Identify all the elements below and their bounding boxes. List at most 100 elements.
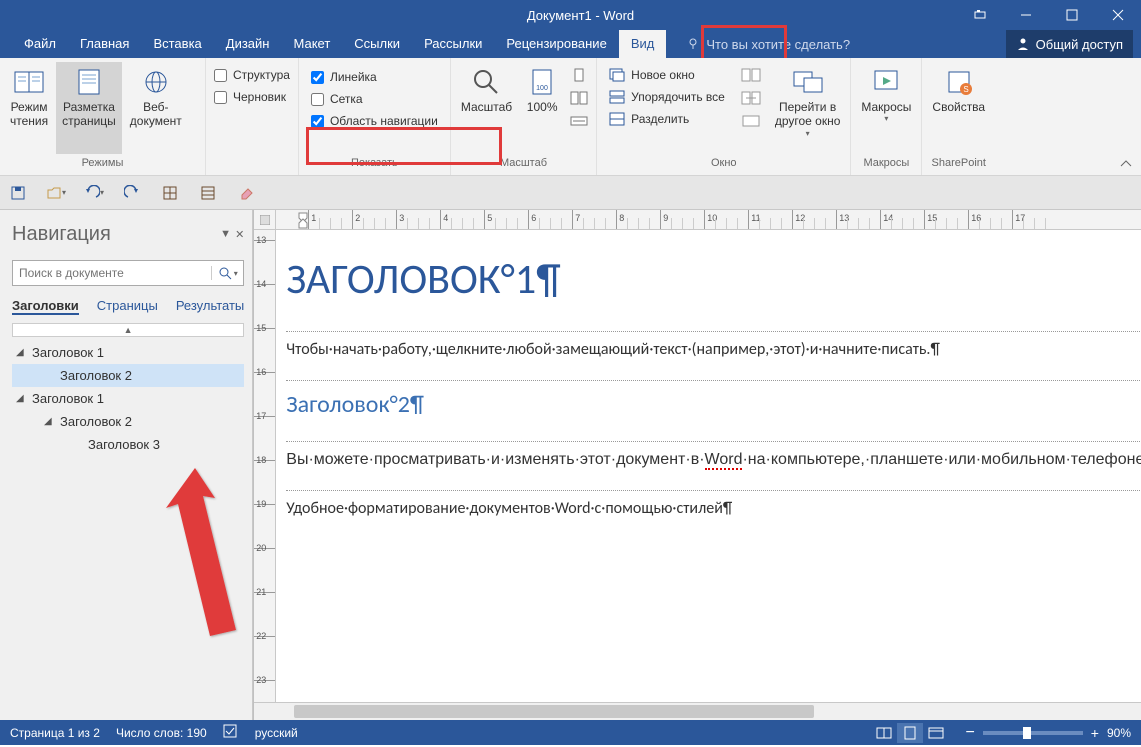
web-layout-button[interactable]: Веб- документ — [124, 62, 188, 154]
svg-text:S: S — [963, 85, 968, 94]
table-icon[interactable] — [160, 183, 180, 203]
paragraph[interactable]: Чтобы·начать·работу,·щелкните·любой·заме… — [286, 331, 1141, 363]
share-icon — [1016, 37, 1030, 51]
horizontal-scrollbar[interactable] — [254, 702, 1141, 720]
menu-mailings[interactable]: Рассылки — [412, 30, 494, 58]
share-button[interactable]: Общий доступ — [1006, 30, 1133, 58]
nav-tab-headings[interactable]: Заголовки — [12, 298, 79, 315]
menu-view[interactable]: Вид — [619, 30, 667, 58]
horizontal-ruler[interactable]: 1234567891011121314151617 — [276, 210, 1141, 230]
ribbon: Режим чтения Разметка страницы Веб- доку… — [0, 58, 1141, 176]
undo-icon[interactable]: ▾ — [84, 183, 104, 203]
tell-me-search[interactable]: Что вы хотите сделать? — [686, 37, 850, 52]
reset-window-icon[interactable] — [741, 114, 761, 131]
macros-icon — [870, 66, 902, 98]
scrollbar-thumb[interactable] — [294, 705, 814, 718]
zoom-button[interactable]: Масштаб — [455, 62, 518, 154]
new-window-icon — [609, 68, 625, 82]
print-layout-view-icon[interactable] — [897, 723, 923, 743]
properties-icon: S — [943, 66, 975, 98]
reading-mode-button[interactable]: Режим чтения — [4, 62, 54, 154]
menu-home[interactable]: Главная — [68, 30, 141, 58]
menu-review[interactable]: Рецензирование — [494, 30, 618, 58]
redo-icon[interactable] — [122, 183, 142, 203]
nav-pane-close-icon[interactable]: ✕ — [235, 228, 244, 241]
status-language[interactable]: русский — [255, 726, 298, 740]
minimize-icon[interactable] — [1003, 0, 1049, 30]
reading-mode-icon — [13, 66, 45, 98]
multi-page-icon[interactable] — [570, 91, 588, 108]
ruler-corner — [254, 210, 276, 230]
ruler-checkbox[interactable]: Линейка — [311, 70, 438, 84]
heading-2[interactable]: Заголовок°2¶ — [286, 380, 1141, 426]
nav-tab-pages[interactable]: Страницы — [97, 298, 158, 315]
collapse-ribbon-icon[interactable] — [1119, 157, 1133, 171]
arrange-all-button[interactable]: Упорядочить все — [609, 90, 725, 104]
close-icon[interactable] — [1095, 0, 1141, 30]
ribbon-group-macros: Макросы ▾ Макросы — [851, 58, 922, 175]
page-width-icon[interactable] — [570, 114, 588, 131]
chevron-down-icon[interactable]: ◢ — [16, 393, 24, 404]
heading-1[interactable]: ЗАГОЛОВОК°1¶ — [286, 240, 1141, 315]
chevron-down-icon[interactable]: ◢ — [44, 416, 52, 427]
eraser-icon[interactable] — [236, 183, 256, 203]
new-window-button[interactable]: Новое окно — [609, 68, 725, 82]
nav-tree-item[interactable]: ◢Заголовок 1 — [12, 341, 244, 364]
nav-pane-menu-icon[interactable]: ▼ — [220, 228, 231, 241]
zoom-level[interactable]: 90% — [1107, 726, 1131, 740]
zoom-slider[interactable] — [983, 731, 1083, 735]
gridlines-checkbox[interactable]: Сетка — [311, 92, 438, 106]
menu-file[interactable]: Файл — [12, 30, 68, 58]
nav-tree-item[interactable]: Заголовок 2 — [12, 364, 244, 387]
nav-search-input[interactable] — [13, 261, 211, 285]
ribbon-display-options-icon[interactable] — [957, 0, 1003, 30]
macros-button[interactable]: Макросы ▾ — [855, 62, 917, 154]
menu-design[interactable]: Дизайн — [214, 30, 282, 58]
properties-button[interactable]: S Свойства — [926, 62, 991, 154]
print-layout-button[interactable]: Разметка страницы — [56, 62, 122, 154]
paragraph[interactable]: Удобное·форматирование·документов·Word·с… — [286, 490, 1141, 522]
paragraph[interactable]: Вы·можете·просматривать·и·изменять·этот·… — [286, 441, 1141, 473]
one-page-icon[interactable] — [570, 68, 588, 85]
spellcheck-icon[interactable] — [223, 724, 239, 741]
chevron-down-icon[interactable]: ◢ — [16, 347, 24, 358]
zoom-100-button[interactable]: 100 100% — [520, 62, 564, 154]
switch-windows-button[interactable]: Перейти в другое окно ▾ — [769, 62, 847, 154]
nav-pane-title: Навигация — [12, 223, 111, 246]
nav-tree-item[interactable]: Заголовок 3 — [12, 433, 244, 456]
read-mode-view-icon[interactable] — [871, 723, 897, 743]
nav-search-box[interactable]: ▾ — [12, 260, 244, 286]
maximize-icon[interactable] — [1049, 0, 1095, 30]
navigation-pane-checkbox[interactable]: Область навигации — [311, 114, 438, 128]
zoom-slider-knob[interactable] — [1023, 727, 1031, 739]
document-area: 1234567891011121314151617 13141516171819… — [254, 210, 1141, 720]
document-page[interactable]: ЗАГОЛОВОК°1¶ Чтобы·начать·работу,·щелкни… — [276, 230, 1141, 702]
nav-tab-results[interactable]: Результаты — [176, 298, 244, 315]
menu-insert[interactable]: Вставка — [141, 30, 213, 58]
menu-layout[interactable]: Макет — [281, 30, 342, 58]
nav-tree-item[interactable]: ◢Заголовок 2 — [12, 410, 244, 433]
navigation-pane: Навигация ▼ ✕ ▾ Заголовки Страницы Резул… — [0, 210, 253, 720]
workspace: Навигация ▼ ✕ ▾ Заголовки Страницы Резул… — [0, 210, 1141, 720]
nav-tree-item[interactable]: ◢Заголовок 1 — [12, 387, 244, 410]
status-word-count[interactable]: Число слов: 190 — [116, 726, 207, 740]
web-layout-icon — [140, 66, 172, 98]
sync-scroll-icon[interactable] — [741, 91, 761, 108]
search-icon[interactable]: ▾ — [211, 266, 243, 280]
vertical-ruler[interactable]: 1314151617181920212223 — [254, 230, 276, 702]
split-button[interactable]: Разделить — [609, 112, 725, 126]
zoom-in-button[interactable]: + — [1091, 725, 1099, 741]
menu-references[interactable]: Ссылки — [342, 30, 412, 58]
save-icon[interactable] — [8, 183, 28, 203]
table-props-icon[interactable] — [198, 183, 218, 203]
view-side-by-side-icon[interactable] — [741, 68, 761, 85]
draft-view-checkbox[interactable]: Черновик — [214, 90, 290, 104]
lightbulb-icon — [686, 37, 700, 51]
outline-view-checkbox[interactable]: Структура — [214, 68, 290, 82]
page-100-icon: 100 — [526, 66, 558, 98]
status-page[interactable]: Страница 1 из 2 — [10, 726, 100, 740]
zoom-out-button[interactable]: − — [965, 724, 974, 742]
open-icon[interactable]: ▾ — [46, 183, 66, 203]
web-layout-view-icon[interactable] — [923, 723, 949, 743]
nav-collapse-all[interactable]: ▲ — [12, 323, 244, 337]
